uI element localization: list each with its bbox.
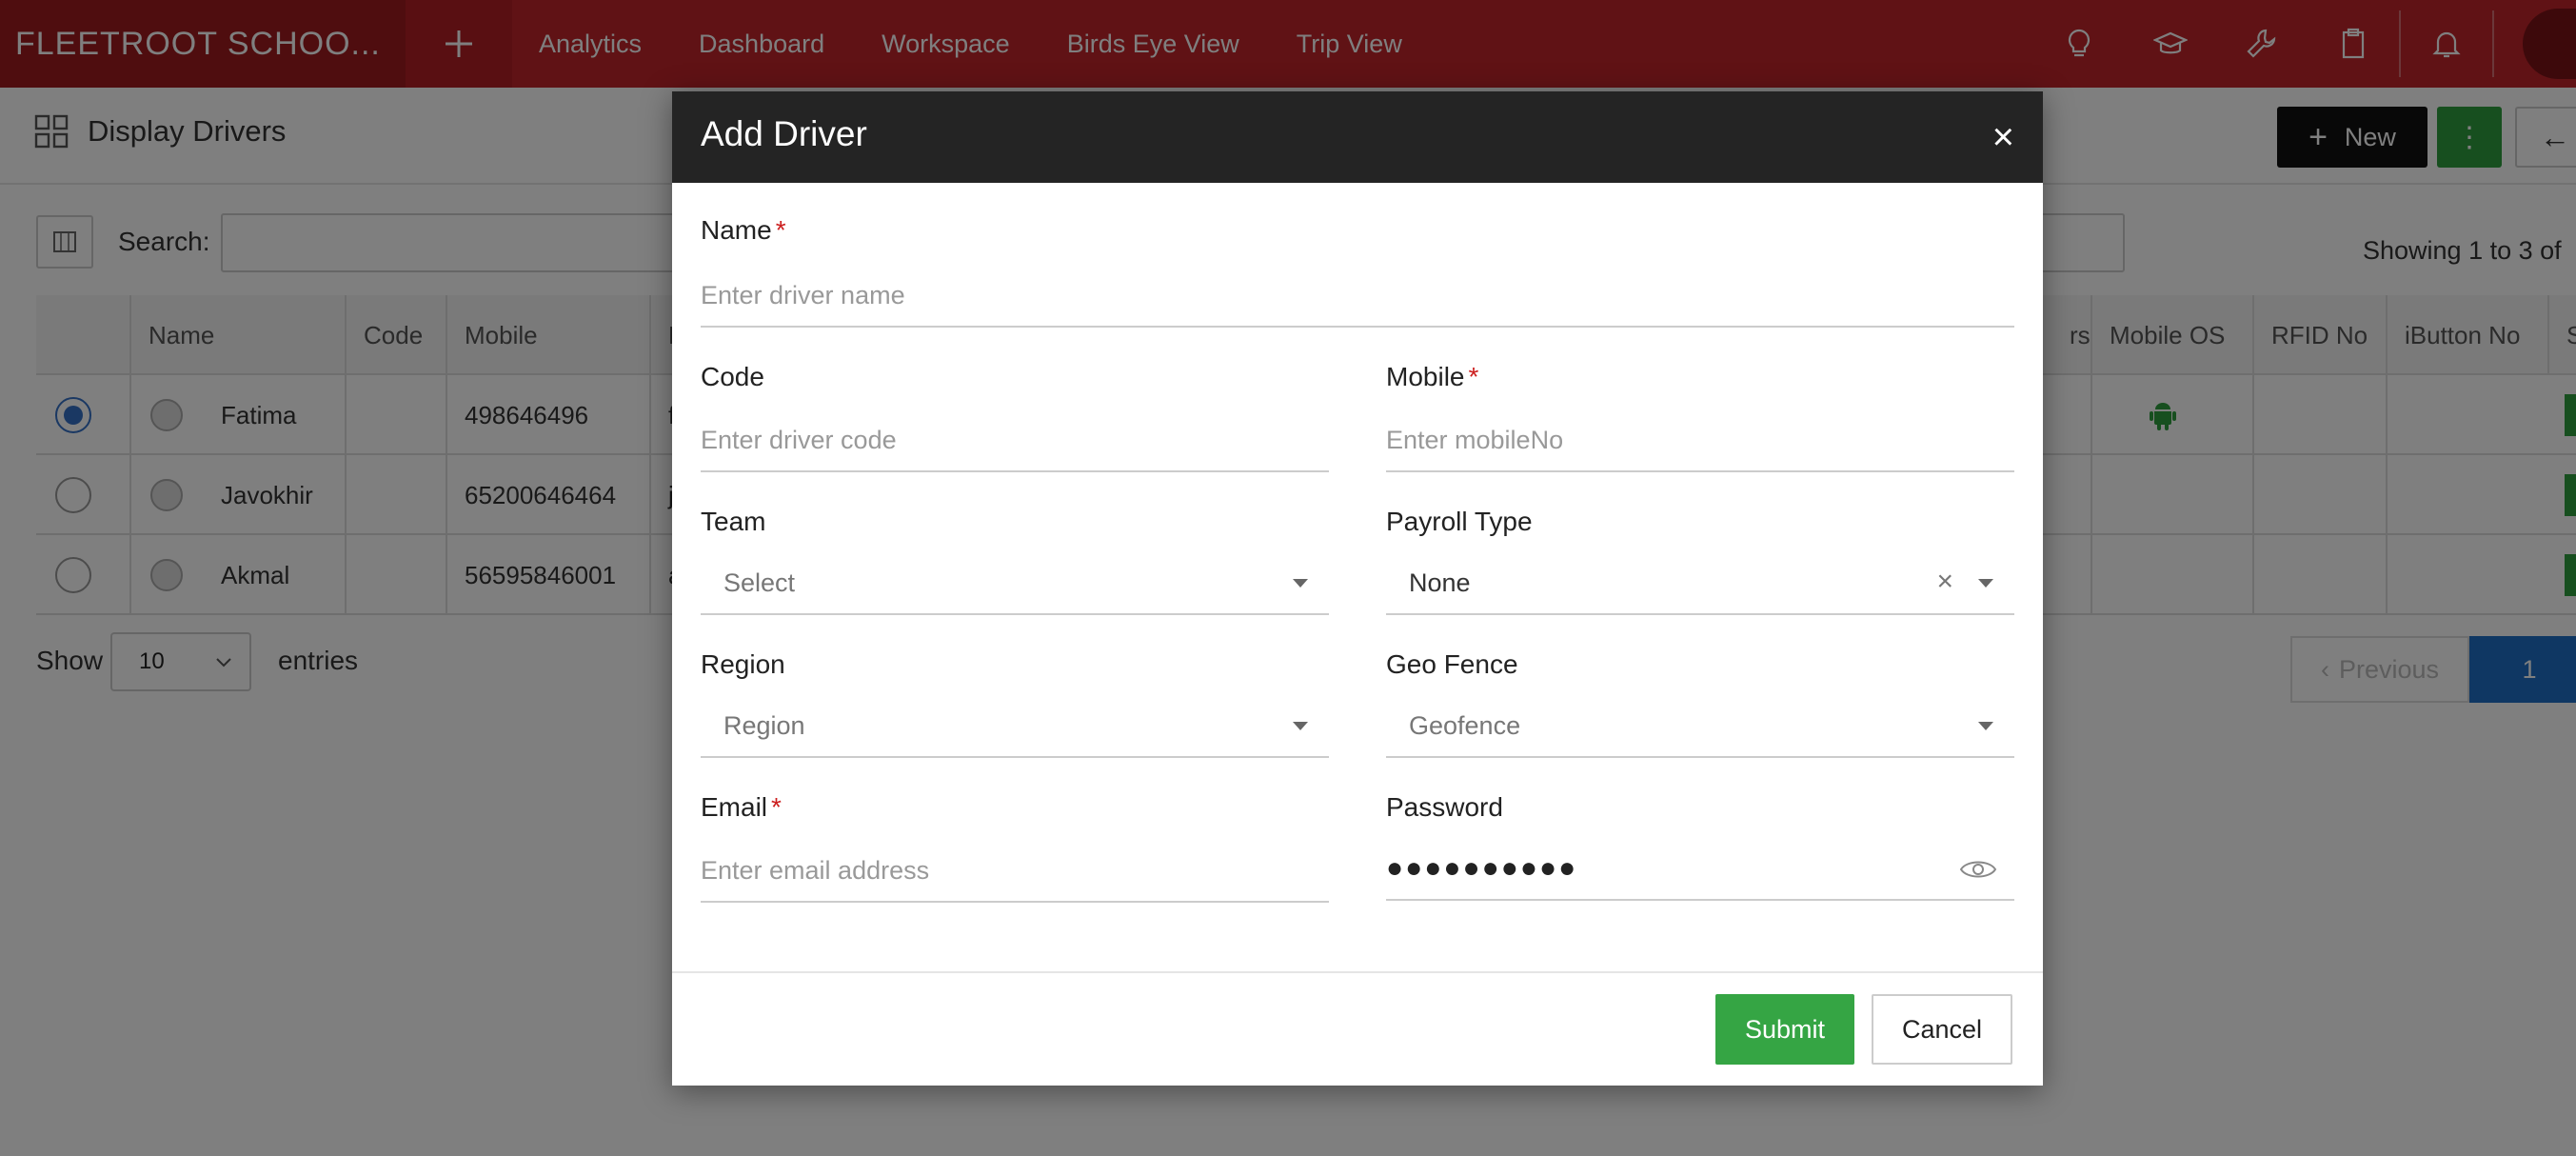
mobile-placeholder: Enter mobileNo — [1386, 425, 1564, 454]
caret-down-icon — [1293, 579, 1308, 588]
region-select[interactable]: Region — [701, 695, 1329, 758]
password-input[interactable]: ●●●●●●●●●● — [1386, 838, 2014, 901]
email-input[interactable]: Enter email address — [701, 840, 1329, 903]
password-label: Password — [1386, 792, 1503, 822]
mobile-label-text: Mobile — [1386, 362, 1465, 391]
modal-footer-divider — [672, 971, 2043, 973]
region-select-value: Region — [723, 710, 805, 740]
mobile-label: Mobile * — [1386, 362, 1478, 392]
driver-code-placeholder: Enter driver code — [701, 425, 897, 454]
payroll-type-value: None — [1409, 568, 1471, 597]
cancel-button[interactable]: Cancel — [1872, 994, 2012, 1065]
geo-fence-value: Geofence — [1409, 710, 1521, 740]
team-select[interactable]: Select — [701, 552, 1329, 615]
payroll-type-label: Payroll Type — [1386, 507, 1533, 536]
close-icon[interactable]: × — [1992, 118, 2014, 156]
caret-down-icon — [1978, 579, 1993, 588]
payroll-type-select[interactable]: None × — [1386, 552, 2014, 615]
clear-icon[interactable]: × — [1936, 566, 1953, 598]
email-label-text: Email — [701, 792, 768, 822]
required-mark: * — [1468, 362, 1479, 391]
modal-title: Add Driver — [701, 114, 867, 153]
submit-button[interactable]: Submit — [1715, 994, 1854, 1065]
driver-name-placeholder: Enter driver name — [701, 280, 905, 309]
driver-name-input[interactable]: Enter driver name — [701, 265, 2014, 328]
caret-down-icon — [1293, 722, 1308, 730]
modal-header: Add Driver × — [672, 91, 2043, 183]
team-select-value: Select — [723, 568, 796, 597]
email-placeholder: Enter email address — [701, 855, 930, 885]
code-label: Code — [701, 362, 764, 391]
name-label: Name * — [701, 215, 786, 246]
required-mark: * — [775, 215, 786, 245]
name-label-text: Name — [701, 215, 772, 245]
driver-code-input[interactable]: Enter driver code — [701, 409, 1329, 472]
mobile-input[interactable]: Enter mobileNo — [1386, 409, 2014, 472]
region-label: Region — [701, 649, 785, 679]
email-label: Email * — [701, 792, 782, 823]
team-label: Team — [701, 507, 766, 536]
geo-fence-label: Geo Fence — [1386, 649, 1518, 679]
caret-down-icon — [1978, 722, 1993, 730]
add-driver-modal: Add Driver × Name * Enter driver name Cod… — [672, 91, 2043, 1086]
required-mark: * — [771, 792, 782, 822]
eye-icon[interactable] — [1959, 853, 1997, 886]
password-value: ●●●●●●●●●● — [1386, 852, 1578, 884]
geo-fence-select[interactable]: Geofence — [1386, 695, 2014, 758]
